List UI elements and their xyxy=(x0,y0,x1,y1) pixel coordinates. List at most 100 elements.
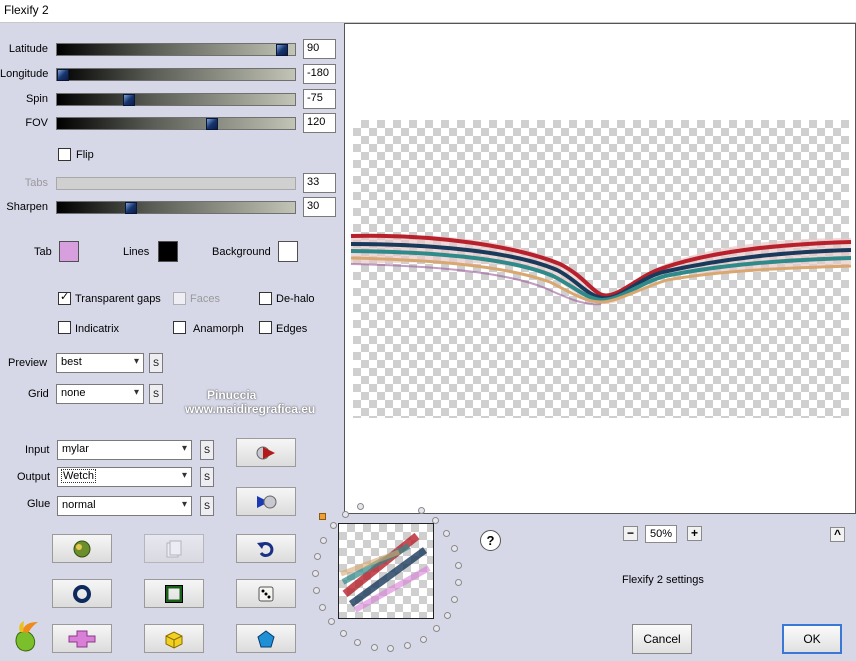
undo-button[interactable] xyxy=(236,534,296,563)
preset-dot[interactable] xyxy=(313,552,321,560)
settings-label: Flexify 2 settings xyxy=(622,574,704,586)
preset-dot[interactable] xyxy=(442,529,450,537)
grid-select-value: none xyxy=(61,387,86,399)
chevron-down-icon: ▾ xyxy=(133,356,139,367)
flip-label: Flip xyxy=(76,149,94,161)
cross-preset-button[interactable] xyxy=(52,624,112,653)
longitude-slider-thumb[interactable] xyxy=(57,69,69,81)
preset-dot[interactable] xyxy=(443,611,451,619)
de-halo-checkbox[interactable] xyxy=(259,292,272,305)
help-button[interactable]: ? xyxy=(480,530,501,551)
preset-dot[interactable] xyxy=(311,570,319,578)
sharpen-slider[interactable] xyxy=(56,201,296,214)
preset-dot[interactable] xyxy=(404,642,412,650)
output-select[interactable]: Wetch ▾ xyxy=(57,467,192,487)
de-halo-label: De-halo xyxy=(276,293,315,305)
tabs-value-field[interactable]: 33 xyxy=(303,173,336,193)
preset-dot[interactable] xyxy=(339,630,347,638)
preset-dot[interactable] xyxy=(354,639,362,647)
preset-dot[interactable] xyxy=(419,635,427,643)
random-dice-button[interactable] xyxy=(236,579,296,608)
edges-checkbox[interactable] xyxy=(259,321,272,334)
settings-thumbnail[interactable] xyxy=(338,523,434,619)
chevron-down-icon: ▾ xyxy=(133,387,139,398)
latitude-slider-thumb[interactable] xyxy=(276,44,289,56)
play-forward-button[interactable] xyxy=(236,438,296,467)
preset-dot[interactable] xyxy=(418,506,426,514)
spin-slider[interactable] xyxy=(56,93,296,106)
longitude-slider[interactable] xyxy=(56,68,296,81)
fov-slider-thumb[interactable] xyxy=(206,118,219,130)
latitude-slider[interactable] xyxy=(56,43,296,56)
latitude-value-field[interactable]: 90 xyxy=(303,39,336,59)
lines-color-swatch[interactable] xyxy=(158,241,178,262)
ok-button[interactable]: OK xyxy=(782,624,842,654)
preset-dot[interactable] xyxy=(356,502,364,510)
anamorph-checkbox[interactable] xyxy=(173,321,186,334)
indicatrix-checkbox[interactable] xyxy=(58,321,71,334)
input-s-button[interactable]: S xyxy=(200,440,214,460)
grid-select[interactable]: none ▾ xyxy=(56,384,144,404)
tabs-label: Tabs xyxy=(24,177,48,189)
preset-dot[interactable] xyxy=(387,645,395,653)
pentagon-preset-button[interactable] xyxy=(236,624,296,653)
preview-select-value: best xyxy=(61,356,82,368)
background-color-label: Background xyxy=(212,246,271,258)
tabs-slider[interactable] xyxy=(56,177,296,190)
copy-button[interactable] xyxy=(144,534,204,563)
fov-slider[interactable] xyxy=(56,117,296,130)
preview-select[interactable]: best ▾ xyxy=(56,353,144,373)
faces-checkbox[interactable] xyxy=(173,292,186,305)
anamorph-label: Anamorph xyxy=(193,323,244,335)
zoom-in-button[interactable]: + xyxy=(687,526,702,541)
spin-slider-thumb[interactable] xyxy=(122,94,135,106)
preset-dot[interactable] xyxy=(318,603,326,611)
preset-dot[interactable] xyxy=(450,545,458,553)
glue-s-button[interactable]: S xyxy=(200,496,214,516)
watermark-name: Pinuccia xyxy=(207,388,257,402)
pear-logo-icon xyxy=(15,621,38,652)
tab-color-swatch[interactable] xyxy=(59,241,79,262)
longitude-value-field[interactable]: -180 xyxy=(303,64,336,84)
globe-icon xyxy=(73,540,91,557)
fov-value-field[interactable]: 120 xyxy=(303,113,336,133)
preset-dot[interactable] xyxy=(370,644,378,652)
input-select[interactable]: mylar ▾ xyxy=(57,440,192,460)
window-title: Flexify 2 xyxy=(4,3,49,17)
preset-dot[interactable] xyxy=(329,522,337,530)
preview-panel[interactable] xyxy=(344,23,856,514)
preset-dot[interactable] xyxy=(313,587,321,595)
ring-preset-button[interactable] xyxy=(52,579,112,608)
transparent-gaps-checkbox[interactable] xyxy=(58,290,71,305)
preset-dot[interactable] xyxy=(451,596,459,604)
watermark: Pinuccia www.maidiregrafica.eu xyxy=(185,388,315,416)
preset-dot[interactable] xyxy=(319,536,327,544)
glue-select-label: Glue xyxy=(27,498,51,510)
sharpen-slider-thumb[interactable] xyxy=(124,202,137,214)
preset-dot[interactable] xyxy=(455,579,463,587)
input-select-value: mylar xyxy=(62,443,89,455)
collapse-button[interactable]: ^ xyxy=(830,527,845,542)
preset-dot[interactable] xyxy=(454,562,462,570)
flaming-pear-logo[interactable] xyxy=(8,620,42,657)
cancel-button[interactable]: Cancel xyxy=(632,624,692,654)
lines-color-label: Lines xyxy=(123,246,150,258)
preview-s-button[interactable]: S xyxy=(149,353,163,373)
glue-select[interactable]: normal ▾ xyxy=(57,496,192,516)
preset-dot[interactable] xyxy=(433,625,441,633)
grid-s-button[interactable]: S xyxy=(149,384,163,404)
frame-preset-button[interactable] xyxy=(144,579,204,608)
globe-preset-button[interactable] xyxy=(52,534,112,563)
ring-start-marker[interactable] xyxy=(319,513,326,520)
output-s-button[interactable]: S xyxy=(200,467,214,487)
cube-preset-button[interactable] xyxy=(144,624,204,653)
preset-dot[interactable] xyxy=(342,510,350,518)
zoom-out-button[interactable]: − xyxy=(623,526,638,541)
sharpen-value-field[interactable]: 30 xyxy=(303,197,336,217)
play-back-button[interactable] xyxy=(236,487,296,516)
glue-select-value: normal xyxy=(62,499,96,511)
preset-dot[interactable] xyxy=(327,618,335,626)
flip-checkbox[interactable] xyxy=(58,148,71,161)
background-color-swatch[interactable] xyxy=(278,241,298,262)
spin-value-field[interactable]: -75 xyxy=(303,89,336,109)
